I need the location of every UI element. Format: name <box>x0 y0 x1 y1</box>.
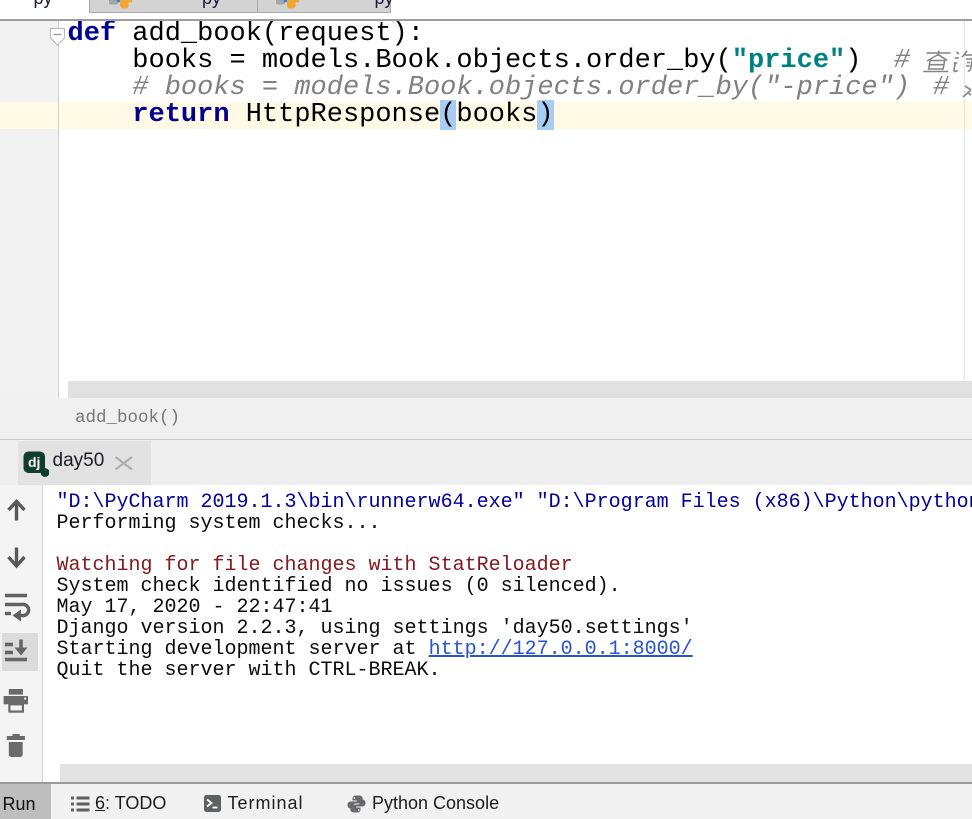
svg-text:dj: dj <box>28 454 40 470</box>
